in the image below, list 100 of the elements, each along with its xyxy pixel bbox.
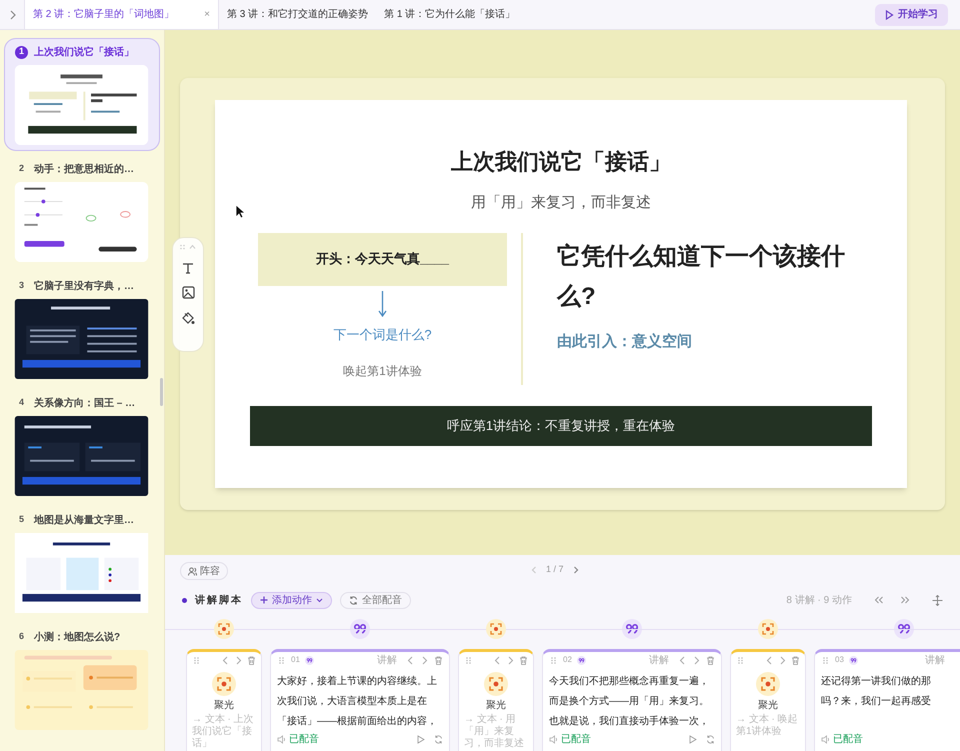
spotlight-icon <box>212 672 236 696</box>
next-icon[interactable] <box>692 656 701 664</box>
spotlight-card[interactable]: 聚光 → 文本 · 唤起第1讲体验 <box>730 649 806 751</box>
collapse-left-icon[interactable] <box>874 596 884 604</box>
plus-icon <box>260 596 268 604</box>
conclusion-banner: 呼应第1讲结论：不重复讲授，重在体验 <box>250 406 872 446</box>
slide-list-item[interactable]: 1 上次我们说它「接话」 <box>4 38 160 151</box>
drag-handle-icon[interactable] <box>549 656 558 664</box>
trash-icon[interactable] <box>791 656 800 664</box>
slide-list-item[interactable]: 2 动手：把意思相近的… <box>4 155 160 268</box>
collapse-right-icon[interactable] <box>900 596 910 604</box>
recall-note: 唤起第1讲体验 <box>343 363 422 380</box>
drag-handle-icon[interactable] <box>821 656 830 664</box>
narration-number: 02 <box>563 654 572 666</box>
tab[interactable]: 第 3 讲：和它打交道的正确姿势 <box>218 0 376 29</box>
slide-title: 地图是从海量文字里… <box>34 513 134 528</box>
previous-icon[interactable] <box>406 656 415 664</box>
down-arrow-icon <box>378 290 387 316</box>
question-text: 它凭什么知道下一个该接什么? <box>557 242 846 312</box>
tab-label[interactable]: 第 2 讲：它脑子里的「词地图」 <box>33 7 174 22</box>
drag-handle-icon[interactable] <box>464 656 473 664</box>
next-icon[interactable] <box>778 656 787 664</box>
prompt-box: 开头：今天天气真____ <box>258 232 507 286</box>
drag-handle-icon[interactable] <box>192 656 201 664</box>
narration-tag: 讲解 <box>649 652 669 668</box>
caret-icon <box>316 598 323 602</box>
dubbed-status: 已配音 <box>833 732 863 746</box>
tab[interactable]: 第 1 讲：它为什么能「接话」 <box>376 0 524 29</box>
trash-icon[interactable] <box>706 656 715 664</box>
expand-icon[interactable] <box>8 10 18 20</box>
previous-icon[interactable] <box>493 656 502 664</box>
speaker-icon[interactable] <box>277 734 286 744</box>
narration-marker-icon[interactable] <box>350 619 370 639</box>
action-label: 聚光 <box>758 698 778 713</box>
refresh-icon[interactable] <box>706 734 715 744</box>
next-page-icon[interactable] <box>572 566 580 574</box>
speaker-icon[interactable] <box>549 734 558 744</box>
trash-icon[interactable] <box>519 656 528 664</box>
previous-icon[interactable] <box>678 656 687 664</box>
spotlight-marker-icon[interactable] <box>214 619 234 639</box>
narration-number: 03 <box>835 654 844 666</box>
image-tool-icon[interactable] <box>182 286 194 299</box>
spotlight-card[interactable]: 聚光 → 文本 · 用「用」来复习，而非复述 <box>458 649 534 751</box>
spotlight-marker-icon[interactable] <box>758 619 778 639</box>
play-icon[interactable] <box>416 734 425 744</box>
narration-card[interactable]: 03 讲解 还记得第一讲我们做的那吗？来，我们一起再感受 已配音 <box>814 649 960 751</box>
drag-handle-icon[interactable] <box>736 656 745 664</box>
narration-marker-icon[interactable] <box>622 619 642 639</box>
slide-title: 上次我们说它「接话」 <box>34 45 134 60</box>
move-icon[interactable] <box>932 594 943 606</box>
narration-text: 大家好，接着上节课的内容继续。上次我们说，大语言模型本质上是在「接话」——根据前面给出的内容， <box>277 674 438 729</box>
scrollbar[interactable] <box>160 378 163 406</box>
drag-handle-icon[interactable] <box>277 656 286 664</box>
trash-icon[interactable] <box>434 656 443 664</box>
dub-all-button[interactable]: 全部配音 <box>340 592 411 608</box>
slide-number: 2 <box>18 162 25 176</box>
play-icon[interactable] <box>688 734 697 744</box>
trash-icon[interactable] <box>247 656 256 664</box>
slide-list-item[interactable]: 5 地图是从海量文字里… <box>4 506 160 619</box>
refresh-icon[interactable] <box>434 734 443 744</box>
lead-in-text: 由此引入：意义空间 <box>557 332 693 352</box>
slide-title: 动手：把意思相近的… <box>34 162 134 176</box>
quote-icon <box>576 656 586 664</box>
cast-button[interactable]: 阵容 <box>180 562 228 580</box>
slide-number: 1 <box>15 46 28 58</box>
narration-marker-icon[interactable] <box>894 619 914 639</box>
slide-subtitle: 用「用」来复习，而非复述 <box>471 193 651 213</box>
speaker-icon[interactable] <box>821 734 830 744</box>
page-indicator: 1 / 7 <box>546 563 564 576</box>
previous-icon[interactable] <box>765 656 774 664</box>
action-label: 聚光 <box>486 698 506 713</box>
spotlight-icon <box>756 672 780 696</box>
slide-title: 它脑子里没有字典，… <box>34 279 134 294</box>
narration-text: 今天我们不把那些概念再重复一遍，而是换个方式——用「用」来复习。也就是说，我们直接动手体验一次， <box>549 674 710 729</box>
narration-card[interactable]: 01 讲解 大家好，接着上节课的内容继续。上次我们说，大语言模型本质上是在「接话」——根据前面给出的内容， 已配音 <box>270 649 450 751</box>
add-action-button[interactable]: 添加动作 <box>251 592 332 608</box>
next-icon[interactable] <box>506 656 515 664</box>
previous-icon[interactable] <box>221 656 230 664</box>
next-icon[interactable] <box>420 656 429 664</box>
people-icon <box>188 566 197 576</box>
text-tool-icon[interactable] <box>182 262 194 274</box>
action-target: → 文本 · 上次我们说它「接话」 <box>191 714 255 750</box>
spotlight-card[interactable]: 聚光 → 文本 · 上次我们说它「接话」 <box>186 649 262 751</box>
previous-page-icon[interactable] <box>530 566 538 574</box>
narration-number: 01 <box>291 654 300 666</box>
drag-handle-icon[interactable] <box>179 244 197 250</box>
next-icon[interactable] <box>234 656 243 664</box>
start-learning-button[interactable]: 开始学习 <box>875 4 948 26</box>
tab[interactable]: 第 2 讲：它脑子里的「词地图」 × <box>24 0 219 29</box>
spotlight-marker-icon[interactable] <box>486 619 506 639</box>
narration-tag: 讲解 <box>925 652 945 668</box>
action-target: → 文本 · 唤起第1讲体验 <box>735 714 799 738</box>
slide-list-item[interactable]: 6 小测：地图怎么说? <box>4 623 160 736</box>
slide-number: 4 <box>18 396 25 410</box>
slide-list-item[interactable]: 3 它脑子里没有字典，… <box>4 272 160 385</box>
script-summary: 8 讲解 · 9 动作 <box>786 594 852 608</box>
narration-card[interactable]: 02 讲解 今天我们不把那些概念再重复一遍，而是换个方式——用「用」来复习。也就是说，我们直接动手体验一次， 已配音 <box>542 649 722 751</box>
paint-bucket-icon[interactable] <box>181 311 195 325</box>
dubbed-status: 已配音 <box>561 732 591 746</box>
slide-list-item[interactable]: 4 关系像方向：国王 – … <box>4 389 160 502</box>
